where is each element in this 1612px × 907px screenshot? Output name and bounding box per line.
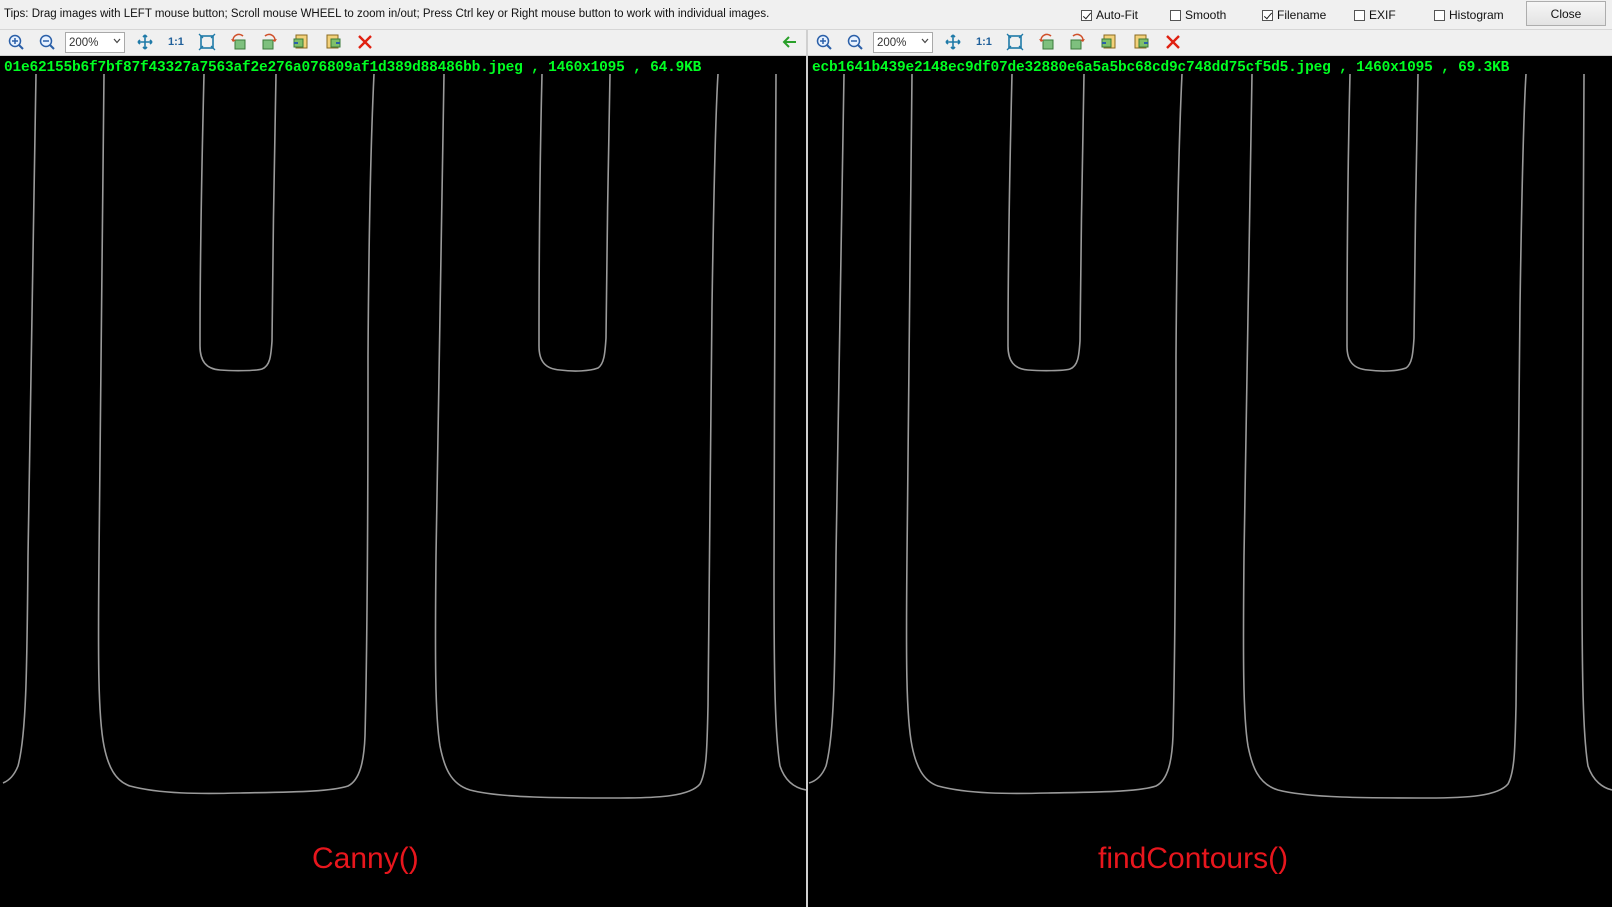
rotate-left-icon[interactable] [1038,33,1056,51]
filename-label: Filename [1277,8,1327,22]
chevron-down-icon [113,38,121,44]
pane-caption: Canny() [312,842,419,875]
right-toolbar: 200% 1:1 [808,30,1612,56]
right-image-pane[interactable]: ecb1641b439e2148ec9df07de32880e6a5a5bc68… [808,56,1612,907]
zoom-select[interactable]: 200% [65,32,125,53]
prev-image-icon[interactable] [1100,33,1118,51]
smooth-label: Smooth [1185,8,1227,22]
exif-checkbox[interactable]: EXIF [1354,8,1396,22]
zoom-value: 200% [69,36,99,49]
histogram-label: Histogram [1449,8,1504,22]
zoom-out-icon[interactable] [38,33,56,51]
filename-overlay: 01e62155b6f7bf87f43327a7563af2e276a07680… [4,60,702,76]
left-image-pane[interactable]: 01e62155b6f7bf87f43327a7563af2e276a07680… [0,56,806,907]
top-bar: Tips: Drag images with LEFT mouse button… [0,0,1612,30]
close-button[interactable]: Close [1526,1,1606,26]
actual-size-button[interactable]: 1:1 [168,36,184,48]
fit-icon[interactable] [136,33,154,51]
exif-label: EXIF [1369,8,1396,22]
delete-icon[interactable] [1164,33,1182,51]
zoom-value: 200% [877,36,907,49]
pane-caption: findContours() [1098,842,1289,875]
tips-text: Tips: Drag images with LEFT mouse button… [4,8,770,20]
next-image-icon[interactable] [1132,33,1150,51]
auto-fit-checkbox[interactable]: Auto-Fit [1081,8,1138,22]
actual-size-button[interactable]: 1:1 [976,36,992,48]
sync-arrow-icon[interactable] [781,33,799,51]
chevron-down-icon [921,38,929,44]
next-image-icon[interactable] [324,33,342,51]
fullscreen-icon[interactable] [1006,33,1024,51]
smooth-checkbox-box[interactable] [1170,9,1181,21]
fullscreen-icon[interactable] [198,33,216,51]
zoom-out-icon[interactable] [846,33,864,51]
exif-checkbox-box[interactable] [1354,9,1365,21]
filename-overlay: ecb1641b439e2148ec9df07de32880e6a5a5bc68… [812,60,1510,76]
prev-image-icon[interactable] [292,33,310,51]
rotate-right-icon[interactable] [1068,33,1086,51]
filename-checkbox-box[interactable] [1262,9,1273,21]
histogram-checkbox[interactable]: Histogram [1434,8,1504,22]
zoom-in-icon[interactable] [7,33,25,51]
fit-icon[interactable] [944,33,962,51]
delete-icon[interactable] [356,33,374,51]
canny-edge-image [2,73,806,799]
rotate-left-icon[interactable] [230,33,248,51]
auto-fit-label: Auto-Fit [1096,8,1139,22]
rotate-right-icon[interactable] [260,33,278,51]
zoom-in-icon[interactable] [815,33,833,51]
contours-edge-image [808,73,1612,799]
histogram-checkbox-box[interactable] [1434,9,1445,21]
filename-checkbox[interactable]: Filename [1262,8,1326,22]
left-toolbar: 200% 1:1 [0,30,806,56]
smooth-checkbox[interactable]: Smooth [1170,8,1226,22]
zoom-select[interactable]: 200% [873,32,933,53]
auto-fit-checkbox-box[interactable] [1081,9,1092,21]
